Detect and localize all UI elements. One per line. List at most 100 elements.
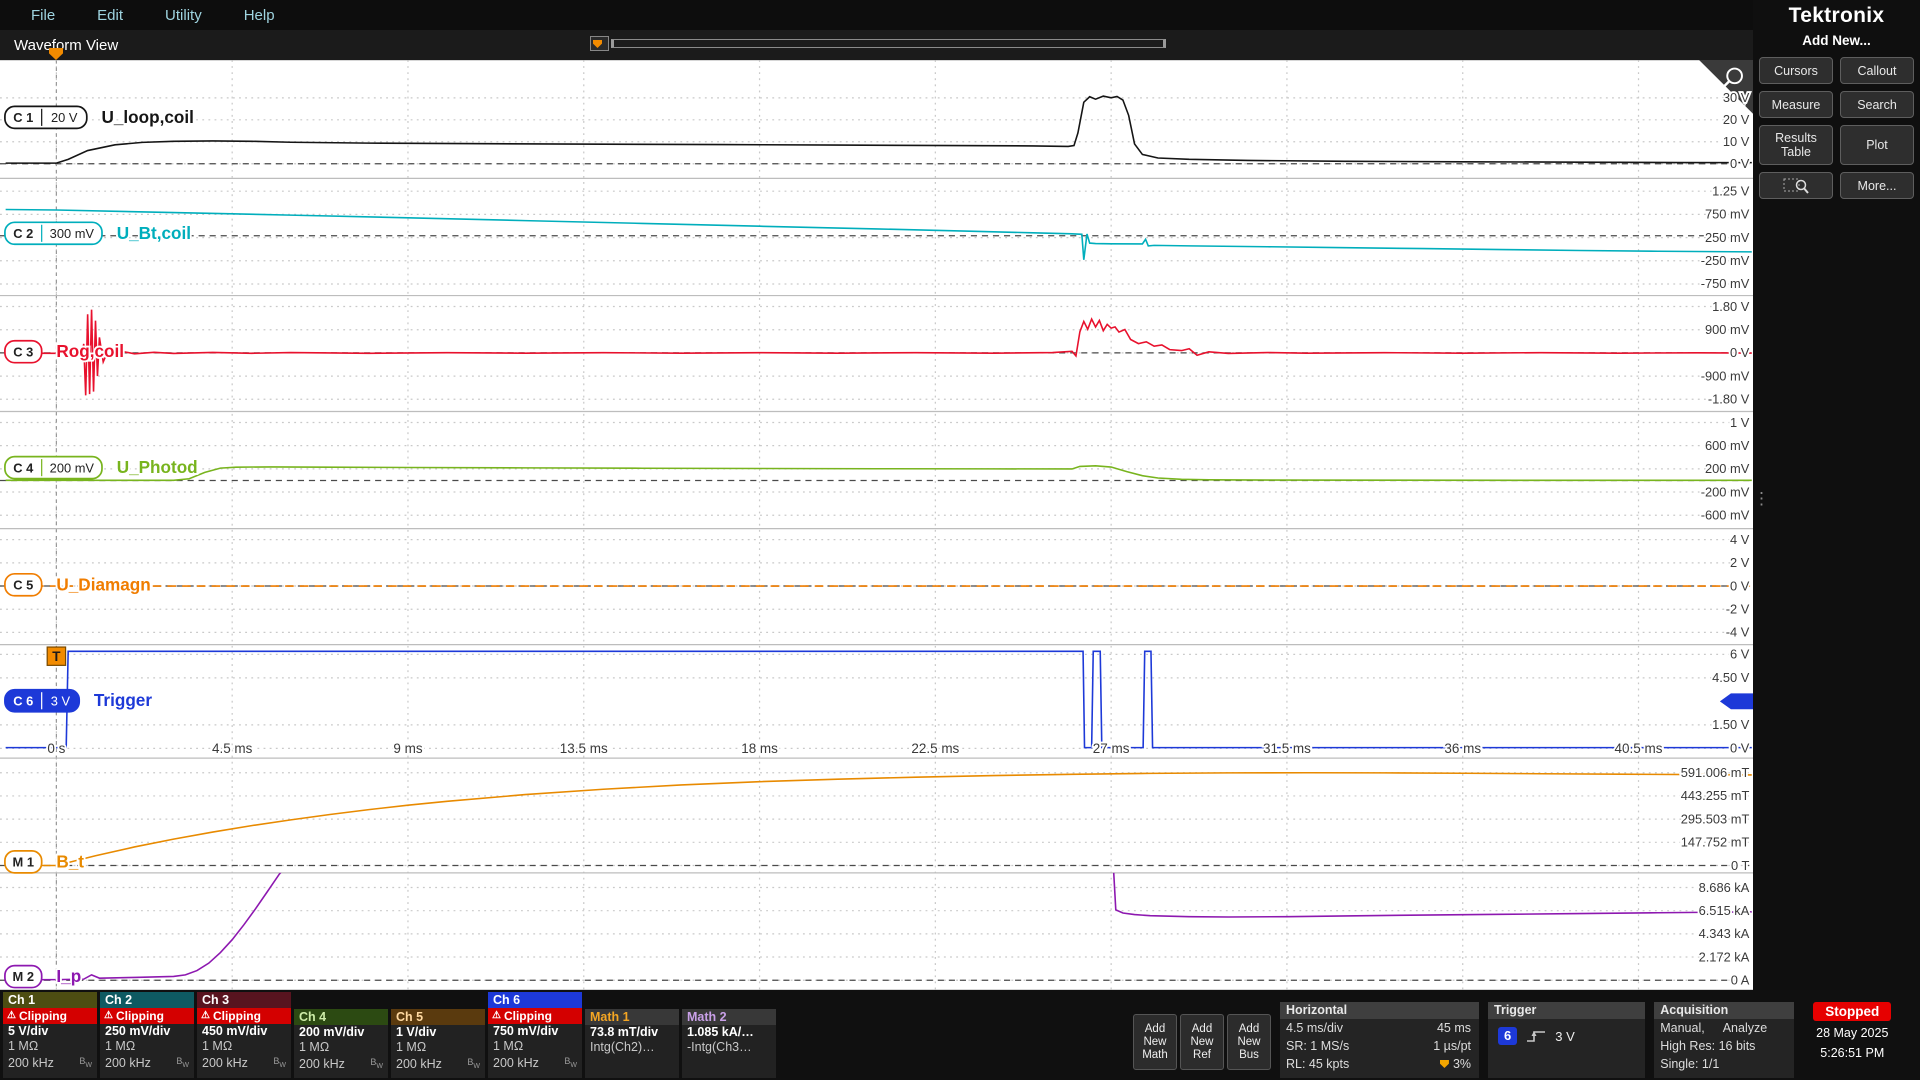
channel-setting: 200 kHzBW: [197, 1054, 291, 1073]
channel-badge-c1[interactable]: C 120 V: [5, 106, 87, 128]
clipping-warning: ⚠Clipping: [100, 1008, 194, 1024]
trigger-panel[interactable]: Trigger 6 3 V: [1488, 1002, 1645, 1078]
svg-text:1.25 V: 1.25 V: [1712, 183, 1750, 198]
more-button[interactable]: More...: [1840, 172, 1914, 199]
channel-card-ch3[interactable]: Ch 3⚠Clipping450 mV/div1 MΩ200 kHzBW: [197, 992, 291, 1078]
trigger-position-icon: [1440, 1060, 1449, 1068]
channel-badge-c3[interactable]: C 3: [5, 341, 42, 363]
svg-text:8.686 kA: 8.686 kA: [1699, 880, 1750, 895]
add-new-bus-button[interactable]: AddNewBus: [1227, 1014, 1271, 1070]
svg-text:20 V: 20 V: [1723, 112, 1750, 127]
svg-text:C 3: C 3: [13, 344, 33, 359]
svg-text:-900 mV: -900 mV: [1701, 368, 1750, 383]
horizontal-sample-rate: SR: 1 MS/s: [1286, 1038, 1349, 1055]
svg-text:0 V: 0 V: [1730, 741, 1750, 756]
horizontal-window: 45 ms: [1437, 1020, 1471, 1037]
svg-text:6.515 kA: 6.515 kA: [1699, 903, 1750, 918]
channel-badge-m2[interactable]: M 2: [5, 966, 42, 988]
date-label: 28 May 2025: [1816, 1026, 1888, 1041]
zoom-select-button[interactable]: [1759, 172, 1833, 199]
channel-setting: 5 V/div: [3, 1024, 97, 1039]
channel-card-ch4[interactable]: Ch 4200 mV/div1 MΩ200 kHzBW: [294, 1009, 388, 1078]
svg-text:13.5 ms: 13.5 ms: [560, 741, 608, 756]
acquisition-mode: Manual,: [1660, 1020, 1704, 1037]
svg-text:250 mV: 250 mV: [1705, 230, 1750, 245]
svg-text:C 2: C 2: [13, 226, 33, 241]
cursors-button[interactable]: Cursors: [1759, 57, 1833, 84]
plot-button[interactable]: Plot: [1840, 125, 1914, 165]
channel-badge-c5[interactable]: C 5: [5, 574, 42, 596]
channel-label-c2: U_Bt,coil: [117, 224, 191, 243]
svg-text:147.752 mT: 147.752 mT: [1681, 835, 1750, 850]
channel-setting: -Intg(Ch3…: [682, 1040, 776, 1055]
channel-badge-c6[interactable]: C 63 V: [5, 690, 79, 712]
bandwidth-icon: BW: [564, 1054, 577, 1073]
main-row: FileEditUtilityHelp Waveform View 30 V20…: [0, 0, 1920, 990]
channel-setting: 1 MΩ: [488, 1039, 582, 1054]
add-new-label: Add New...: [1802, 33, 1871, 48]
trigger-position-marker-icon[interactable]: [49, 48, 63, 60]
add-new-math-button[interactable]: AddNewMath: [1133, 1014, 1177, 1070]
channel-badge-m1[interactable]: M 1: [5, 851, 42, 873]
svg-text:20 V: 20 V: [51, 110, 78, 125]
menu-item-help[interactable]: Help: [223, 7, 296, 24]
add-new-ref-button[interactable]: AddNewRef: [1180, 1014, 1224, 1070]
svg-text:0 V: 0 V: [1730, 156, 1750, 171]
channel-card-header-ch1: Ch 1: [3, 992, 97, 1008]
menu-item-edit[interactable]: Edit: [76, 7, 144, 24]
bandwidth-icon: BW: [273, 1054, 286, 1073]
acquisition-panel[interactable]: Acquisition Manual, Analyze High Res: 16…: [1654, 1002, 1793, 1078]
menu-item-file[interactable]: File: [10, 7, 76, 24]
trigger-indicator[interactable]: T: [47, 647, 65, 665]
channel-card-ch6[interactable]: Ch 6⚠Clipping750 mV/div1 MΩ200 kHzBW: [488, 992, 582, 1078]
channel-setting: 200 kHzBW: [488, 1054, 582, 1073]
warning-icon: ⚠: [201, 1011, 210, 1021]
svg-text:40.5 ms: 40.5 ms: [1615, 741, 1663, 756]
svg-text:1.80 V: 1.80 V: [1712, 299, 1750, 314]
acquisition-single: Single: 1/1: [1660, 1056, 1719, 1073]
record-view-icon[interactable]: [590, 36, 609, 51]
svg-text:C 4: C 4: [13, 460, 34, 475]
channel-badge-c2[interactable]: C 2300 mV: [5, 222, 102, 244]
channel-card-header-ch6: Ch 6: [488, 992, 582, 1008]
clipping-warning: ⚠Clipping: [197, 1008, 291, 1024]
svg-text:591.006 mT: 591.006 mT: [1681, 765, 1750, 780]
callout-button[interactable]: Callout: [1840, 57, 1914, 84]
svg-text:-250 mV: -250 mV: [1701, 253, 1750, 268]
channel-setting: 1 MΩ: [100, 1039, 194, 1054]
svg-text:22.5 ms: 22.5 ms: [911, 741, 959, 756]
channel-badge-c4[interactable]: C 4200 mV: [5, 457, 102, 479]
svg-text:4.343 kA: 4.343 kA: [1699, 926, 1750, 941]
channel-setting: 1 MΩ: [197, 1039, 291, 1054]
panel-splitter-handle[interactable]: ⋮: [1753, 495, 1770, 503]
channel-setting: 200 kHzBW: [294, 1055, 388, 1074]
channel-card-ch2[interactable]: Ch 2⚠Clipping250 mV/div1 MΩ200 kHzBW: [100, 992, 194, 1078]
channel-card-math1[interactable]: Math 173.8 mT/divIntg(Ch2)…: [585, 1009, 679, 1078]
graticule-svg[interactable]: 30 V20 V10 V0 V1.25 V750 mV250 mV-250 mV…: [0, 60, 1753, 990]
bandwidth-icon: BW: [370, 1055, 383, 1074]
record-view-bracket[interactable]: [611, 39, 1166, 48]
svg-text:-1.80 V: -1.80 V: [1708, 392, 1750, 407]
menu-item-utility[interactable]: Utility: [144, 7, 223, 24]
svg-text:-4 V: -4 V: [1726, 625, 1750, 640]
channel-card-ch5[interactable]: Ch 51 V/div1 MΩ200 kHzBW: [391, 1009, 485, 1078]
channel-card-ch1[interactable]: Ch 1⚠Clipping5 V/div1 MΩ200 kHzBW: [3, 992, 97, 1078]
channel-card-math2[interactable]: Math 21.085 kA/…-Intg(Ch3…: [682, 1009, 776, 1078]
search-button[interactable]: Search: [1840, 91, 1914, 118]
acquisition-analyze: Analyze: [1723, 1020, 1767, 1037]
horizontal-resolution: 1 µs/pt: [1433, 1038, 1471, 1055]
horizontal-panel[interactable]: Horizontal 4.5 ms/div 45 ms SR: 1 MS/s 1…: [1280, 1002, 1479, 1078]
clipping-warning: ⚠Clipping: [488, 1008, 582, 1024]
run-status-badge[interactable]: Stopped: [1813, 1002, 1891, 1021]
channel-setting: Intg(Ch2)…: [585, 1040, 679, 1055]
svg-text:900 mV: 900 mV: [1705, 322, 1750, 337]
channel-card-header-ch4: Ch 4: [294, 1009, 388, 1025]
time-label: 5:26:51 PM: [1820, 1046, 1884, 1061]
svg-text:200 mV: 200 mV: [1705, 461, 1750, 476]
svg-text:2.172 kA: 2.172 kA: [1699, 949, 1750, 964]
measure-button[interactable]: Measure: [1759, 91, 1833, 118]
results-table-button[interactable]: Results Table: [1759, 125, 1833, 165]
svg-text:18 ms: 18 ms: [741, 741, 778, 756]
channel-setting: 1 MΩ: [391, 1040, 485, 1055]
trigger-source-badge: 6: [1498, 1027, 1517, 1045]
